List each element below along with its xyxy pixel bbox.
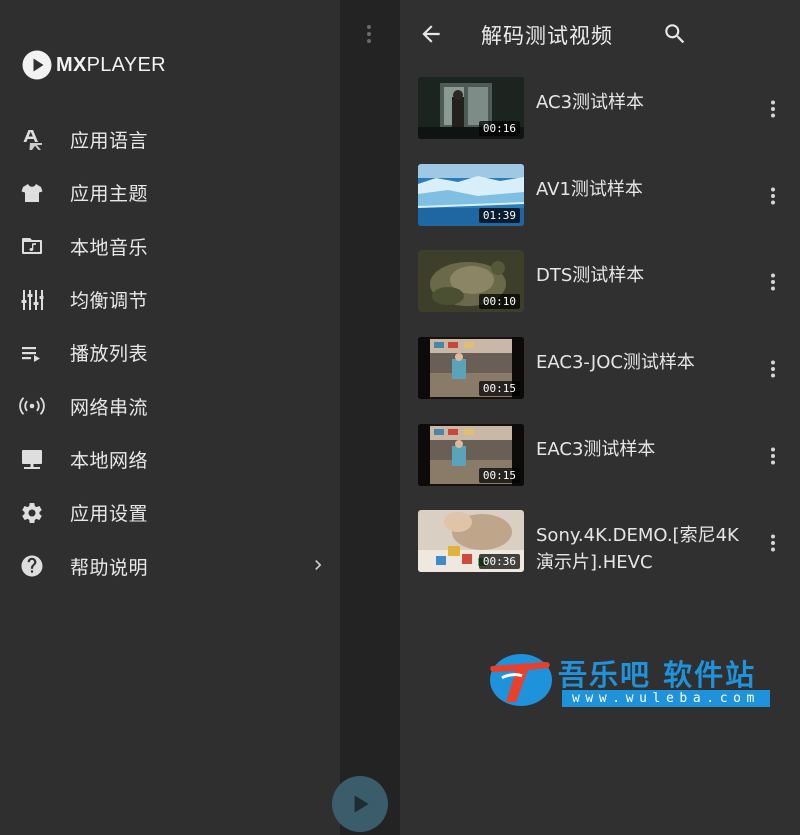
stream-icon bbox=[19, 393, 45, 419]
search-icon[interactable] bbox=[662, 21, 688, 47]
duration-badge: 00:15 bbox=[478, 468, 520, 483]
video-list-item[interactable]: 00:15 EAC3-JOC测试样本 bbox=[400, 337, 800, 423]
play-fab-button[interactable] bbox=[332, 776, 388, 832]
drawer-item-label: 应用语言 bbox=[70, 130, 149, 153]
app-bar: 解码测试视频 bbox=[400, 0, 800, 70]
drawer-item-label: 播放列表 bbox=[70, 343, 149, 366]
more-options-icon[interactable] bbox=[764, 98, 782, 120]
video-thumbnail: 00:15 bbox=[418, 424, 524, 486]
more-options-icon[interactable] bbox=[764, 532, 782, 554]
drawer-item-settings[interactable]: 应用设置 bbox=[0, 486, 340, 539]
music-folder-icon bbox=[19, 233, 45, 259]
logo-text: MXPLAYER bbox=[56, 53, 166, 76]
scrim-strip bbox=[340, 0, 400, 835]
local-network-icon bbox=[19, 446, 45, 472]
video-list-item[interactable]: 00:10 DTS测试样本 bbox=[400, 250, 800, 336]
video-title: EAC3-JOC测试样本 bbox=[536, 352, 695, 373]
video-thumbnail: 00:15 bbox=[418, 337, 524, 399]
page-title: 解码测试视频 bbox=[481, 24, 613, 48]
watermark-logo-icon bbox=[490, 654, 552, 706]
video-thumbnail: 01:39 bbox=[418, 164, 524, 226]
watermark-name: 吾乐吧 软件站 bbox=[558, 658, 757, 692]
drawer-menu: 应用语言 应用主题 本地音乐 均衡调节 播放列表 网络串流 本地网络 应用设置 … bbox=[0, 113, 340, 593]
drawer-item-label: 本地音乐 bbox=[70, 236, 149, 259]
gear-icon bbox=[19, 500, 45, 526]
video-title: EAC3测试样本 bbox=[536, 439, 656, 460]
navigation-drawer: MXPLAYER 应用语言 应用主题 本地音乐 均衡调节 播放列表 网络串流 本… bbox=[0, 0, 340, 835]
video-list-item[interactable]: 01:39 AV1测试样本 bbox=[400, 164, 800, 250]
help-icon bbox=[19, 553, 45, 579]
drawer-item-label: 帮助说明 bbox=[70, 556, 149, 579]
drawer-item-equalizer[interactable]: 均衡调节 bbox=[0, 273, 340, 326]
drawer-item-local-music[interactable]: 本地音乐 bbox=[0, 220, 340, 273]
duration-badge: 00:36 bbox=[478, 554, 520, 569]
drawer-item-local-network[interactable]: 本地网络 bbox=[0, 433, 340, 486]
video-title: Sony.4K.DEMO.[索尼4K演示片].HEVC bbox=[536, 525, 739, 573]
equalizer-icon bbox=[19, 287, 45, 313]
video-thumbnail: 00:16 bbox=[418, 77, 524, 139]
more-options-icon[interactable] bbox=[764, 185, 782, 207]
drawer-item-theme[interactable]: 应用主题 bbox=[0, 166, 340, 219]
video-title: DTS测试样本 bbox=[536, 265, 645, 286]
more-options-icon[interactable] bbox=[764, 271, 782, 293]
language-icon bbox=[19, 127, 45, 153]
drawer-item-language[interactable]: 应用语言 bbox=[0, 113, 340, 166]
duration-badge: 00:10 bbox=[478, 294, 520, 309]
chevron-right-icon bbox=[308, 555, 328, 575]
video-thumbnail: 00:10 bbox=[418, 250, 524, 312]
drawer-item-label: 均衡调节 bbox=[70, 290, 149, 313]
video-thumbnail: 00:36 bbox=[418, 510, 524, 572]
drawer-item-network-stream[interactable]: 网络串流 bbox=[0, 379, 340, 432]
drawer-item-playlist[interactable]: 播放列表 bbox=[0, 326, 340, 379]
more-options-icon[interactable] bbox=[764, 445, 782, 467]
duration-badge: 00:15 bbox=[478, 381, 520, 396]
playlist-icon bbox=[19, 340, 45, 366]
video-list-item[interactable]: 00:36 Sony.4K.DEMO.[索尼4K演示片].HEVC bbox=[400, 510, 800, 596]
drawer-item-help[interactable]: 帮助说明 bbox=[0, 539, 340, 592]
play-logo-icon bbox=[22, 50, 52, 80]
mx-player-logo: MXPLAYER bbox=[22, 50, 166, 80]
video-title: AV1测试样本 bbox=[536, 179, 643, 200]
drawer-item-label: 本地网络 bbox=[70, 449, 149, 472]
drawer-item-label: 网络串流 bbox=[70, 396, 149, 419]
play-icon bbox=[354, 795, 369, 813]
video-list-item[interactable]: 00:16 AC3测试样本 bbox=[400, 77, 800, 163]
shirt-icon bbox=[19, 180, 45, 206]
more-vertical-icon bbox=[366, 24, 374, 46]
drawer-item-label: 应用设置 bbox=[70, 503, 149, 526]
drawer-item-label: 应用主题 bbox=[70, 183, 149, 206]
duration-badge: 01:39 bbox=[478, 208, 520, 223]
watermark-url: www.wuleba.com bbox=[562, 690, 770, 707]
video-list-item[interactable]: 00:15 EAC3测试样本 bbox=[400, 424, 800, 510]
watermark: 吾乐吧 软件站 www.wuleba.com bbox=[488, 652, 778, 712]
video-title: AC3测试样本 bbox=[536, 92, 645, 113]
duration-badge: 00:16 bbox=[478, 121, 520, 136]
back-arrow-icon[interactable] bbox=[418, 21, 444, 47]
more-options-icon[interactable] bbox=[764, 358, 782, 380]
